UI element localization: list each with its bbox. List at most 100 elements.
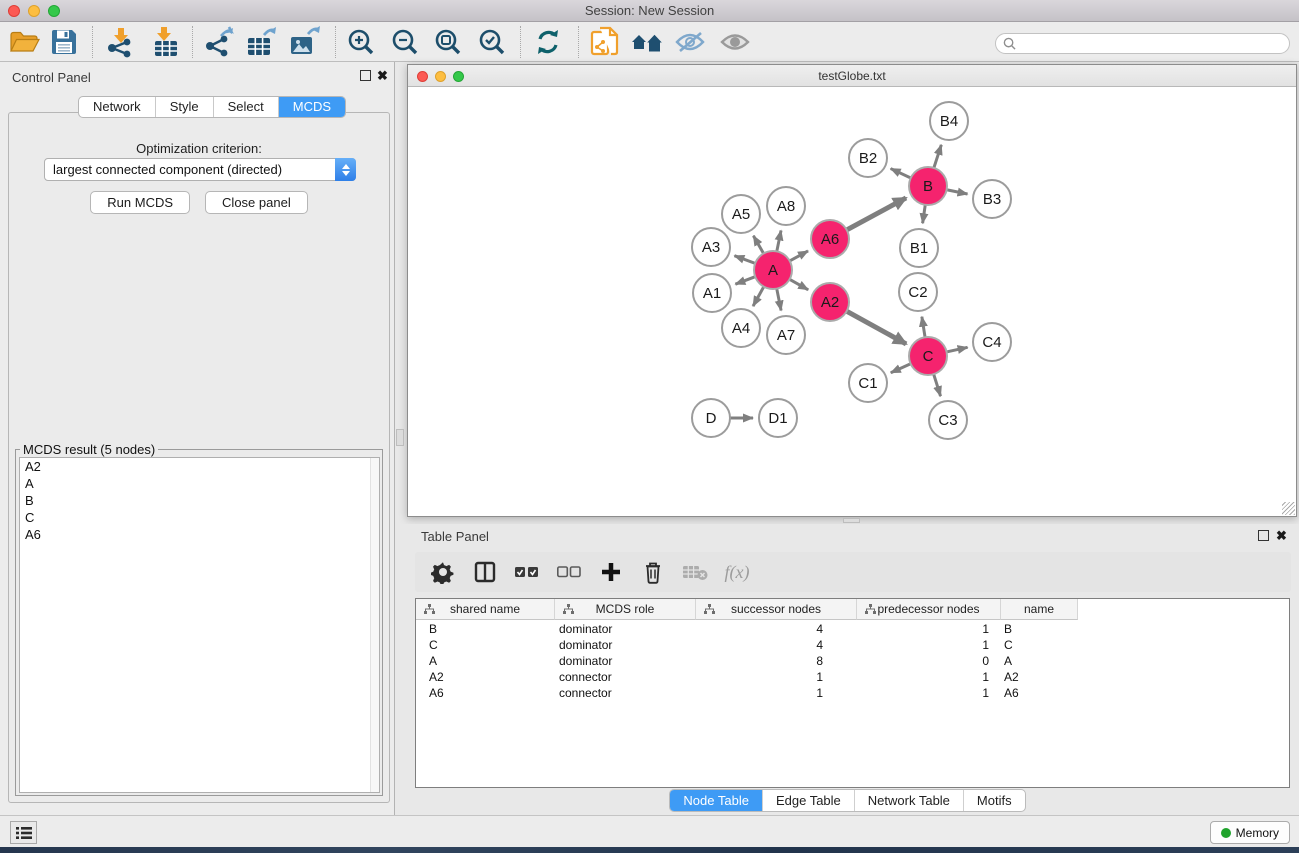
table-row[interactable]: A2connector11A2 [416, 669, 1289, 685]
export-image-button[interactable] [287, 24, 323, 60]
search-field[interactable] [995, 33, 1290, 54]
close-table-panel-icon[interactable]: ✖ [1276, 528, 1287, 544]
column-header-shared-name[interactable]: shared name [416, 599, 555, 620]
graph-node-C2[interactable]: C2 [899, 273, 937, 311]
tab-style[interactable]: Style [156, 97, 214, 117]
table-cell[interactable]: B [416, 621, 555, 637]
tab-edge-table[interactable]: Edge Table [763, 790, 855, 811]
result-list-item[interactable]: C [20, 509, 379, 526]
edge-A-A2[interactable] [790, 279, 809, 289]
table-cell[interactable]: dominator [555, 653, 696, 669]
graph-node-D[interactable]: D [692, 399, 730, 437]
edge-A-A5[interactable] [753, 236, 763, 254]
graph-node-A3[interactable]: A3 [692, 228, 730, 266]
network-zoom-button[interactable] [453, 71, 464, 82]
float-panel-button[interactable] [360, 70, 371, 81]
table-cell[interactable]: C [416, 637, 555, 653]
table-cell[interactable]: A2 [1001, 669, 1078, 685]
graph-node-C3[interactable]: C3 [929, 401, 967, 439]
minimize-window-button[interactable] [28, 5, 40, 17]
tab-network[interactable]: Network [79, 97, 156, 117]
edge-B-B4[interactable] [934, 145, 941, 168]
tab-motifs[interactable]: Motifs [964, 790, 1025, 811]
graph-node-A5[interactable]: A5 [722, 195, 760, 233]
criterion-dropdown[interactable]: largest connected component (directed) [44, 158, 356, 181]
table-row[interactable]: Bdominator41B [416, 621, 1289, 637]
table-cell[interactable]: C [1001, 637, 1078, 653]
edge-A-A4[interactable] [753, 287, 764, 306]
table-cell[interactable]: 1 [696, 669, 857, 685]
select-all-columns-button[interactable] [513, 558, 541, 586]
table-cell[interactable]: A2 [416, 669, 555, 685]
network-canvas[interactable]: B4B2BB3B1A5A8A6A3AA1A2C2A4A7C4CC1C3DD1 [408, 87, 1296, 516]
edge-A-A3[interactable] [734, 256, 755, 264]
table-cell[interactable]: A6 [416, 685, 555, 701]
graph-node-D1[interactable]: D1 [759, 399, 797, 437]
table-cell[interactable]: 1 [857, 685, 1001, 701]
graph-node-B[interactable]: B [909, 167, 947, 205]
show-graphics-button[interactable] [717, 24, 753, 60]
function-builder-button[interactable]: f(x) [723, 558, 751, 586]
table-row[interactable]: Adominator80A [416, 653, 1289, 669]
table-cell[interactable]: 1 [857, 621, 1001, 637]
search-input[interactable] [1020, 37, 1280, 51]
zoom-selected-button[interactable] [474, 24, 510, 60]
delete-table-button[interactable] [681, 558, 709, 586]
table-cell[interactable]: A [416, 653, 555, 669]
memory-button[interactable]: Memory [1210, 821, 1290, 844]
table-cell[interactable]: dominator [555, 637, 696, 653]
refresh-button[interactable] [530, 24, 566, 60]
edge-A-A7[interactable] [777, 289, 781, 311]
edge-A2-C[interactable] [847, 311, 906, 344]
column-header-successor-nodes[interactable]: successor nodes [696, 599, 857, 620]
export-network-button[interactable] [201, 24, 237, 60]
edge-B-B1[interactable] [923, 205, 926, 223]
import-table-button[interactable] [148, 24, 184, 60]
import-network-button[interactable] [103, 24, 139, 60]
graph-node-A[interactable]: A [754, 251, 792, 289]
table-cell[interactable]: A6 [1001, 685, 1078, 701]
table-cell[interactable]: connector [555, 669, 696, 685]
graph-node-A8[interactable]: A8 [767, 187, 805, 225]
edge-B-B2[interactable] [891, 169, 911, 178]
open-session-button[interactable] [6, 24, 42, 60]
result-list-item[interactable]: A2 [20, 458, 379, 475]
result-list-item[interactable]: B [20, 492, 379, 509]
table-row[interactable]: Cdominator41C [416, 637, 1289, 653]
edge-C-C4[interactable] [947, 347, 968, 352]
column-header-MCDS-role[interactable]: MCDS role [555, 599, 696, 620]
table-cell[interactable]: B [1001, 621, 1078, 637]
column-header-predecessor-nodes[interactable]: predecessor nodes [857, 599, 1001, 620]
table-settings-button[interactable] [429, 558, 457, 586]
create-column-button[interactable] [597, 558, 625, 586]
tab-node-table[interactable]: Node Table [670, 790, 763, 811]
tab-network-table[interactable]: Network Table [855, 790, 964, 811]
graph-node-C1[interactable]: C1 [849, 364, 887, 402]
delete-column-button[interactable] [639, 558, 667, 586]
zoom-window-button[interactable] [48, 5, 60, 17]
run-mcds-button[interactable]: Run MCDS [90, 191, 190, 214]
close-panel-button[interactable]: Close panel [205, 191, 308, 214]
table-cell[interactable]: 4 [696, 637, 857, 653]
edge-A-A1[interactable] [735, 277, 755, 284]
unselect-all-columns-button[interactable] [555, 558, 583, 586]
home-view-button[interactable] [629, 24, 665, 60]
tab-select[interactable]: Select [214, 97, 279, 117]
network-window-titlebar[interactable]: testGlobe.txt [408, 65, 1296, 87]
clone-network-button[interactable] [587, 24, 623, 60]
edge-B-B3[interactable] [947, 190, 968, 194]
graph-node-B2[interactable]: B2 [849, 139, 887, 177]
edge-C-C1[interactable] [891, 364, 911, 373]
edge-C-C2[interactable] [922, 317, 925, 338]
graph-node-B1[interactable]: B1 [900, 229, 938, 267]
edge-A-A8[interactable] [777, 230, 781, 251]
graph-node-A6[interactable]: A6 [811, 220, 849, 258]
table-cell[interactable]: A [1001, 653, 1078, 669]
graph-node-C4[interactable]: C4 [973, 323, 1011, 361]
tab-mcds[interactable]: MCDS [279, 97, 345, 117]
zoom-in-button[interactable] [343, 24, 379, 60]
window-titlebar[interactable]: Session: New Session [0, 0, 1299, 22]
table-row[interactable]: A6connector11A6 [416, 685, 1289, 701]
zoom-out-button[interactable] [387, 24, 423, 60]
export-table-button[interactable] [244, 24, 280, 60]
